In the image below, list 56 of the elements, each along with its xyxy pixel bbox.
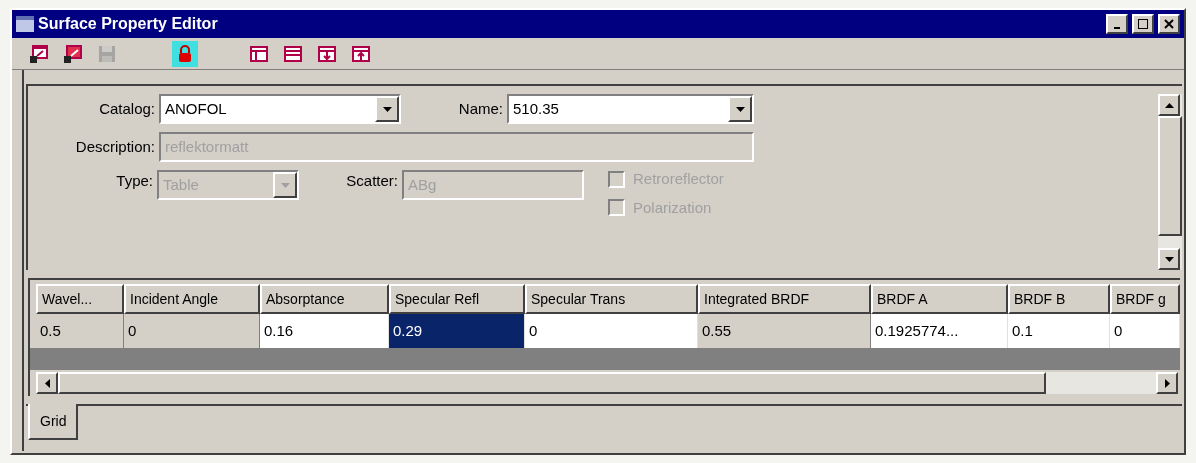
scroll-thumb[interactable] — [58, 372, 1046, 394]
scroll-button[interactable] — [1156, 372, 1178, 394]
maximize-icon — [1138, 19, 1148, 29]
minimize-icon — [1114, 27, 1120, 29]
window-icon — [16, 16, 34, 32]
field-label: Catalog: — [98, 98, 156, 119]
table-cell[interactable]: 0 — [1110, 314, 1180, 348]
maximize-button[interactable] — [1132, 14, 1154, 34]
scroll-up-icon — [1164, 102, 1174, 108]
scroll-left-icon — [44, 378, 50, 388]
horizontal-scrollbar[interactable] — [30, 370, 1180, 396]
column-header[interactable]: Specular Refl — [389, 284, 525, 314]
tab[interactable]: Grid — [28, 404, 79, 440]
field-label: Type: — [115, 171, 154, 191]
minimize-button[interactable] — [1106, 14, 1128, 34]
dropdown-button[interactable] — [375, 96, 399, 122]
table-cell[interactable]: 0.1 — [1008, 314, 1110, 348]
dropdown-value: ANOFOL — [164, 98, 228, 119]
close-button[interactable] — [1158, 14, 1180, 34]
windows-arrow-icon — [63, 43, 83, 64]
window-arrow-icon — [29, 43, 49, 64]
column-header[interactable]: Incident Angle — [124, 284, 260, 314]
caret-icon — [735, 106, 745, 112]
table-cell[interactable]: 0.29 — [389, 314, 525, 348]
field-label: Scatter: — [345, 171, 399, 191]
vertical-scrollbar[interactable] — [1158, 94, 1182, 270]
scroll-button[interactable] — [1158, 94, 1180, 116]
panel-layout-icon — [249, 43, 269, 64]
caret-icon — [382, 106, 392, 112]
column-header[interactable]: Specular Trans — [525, 284, 698, 314]
scroll-down-icon — [1164, 256, 1174, 262]
dropdown[interactable]: 510.35 — [507, 94, 754, 124]
dropdown-button[interactable] — [728, 96, 752, 122]
column-header[interactable]: Integrated BRDF — [698, 284, 871, 314]
table-cell[interactable]: 0.16 — [260, 314, 389, 348]
column-header[interactable]: Wavel... — [36, 284, 124, 314]
scroll-button[interactable] — [36, 372, 58, 394]
scroll-right-icon — [1164, 378, 1170, 388]
table-cell[interactable]: 0.1925774... — [871, 314, 1008, 348]
column-header[interactable]: BRDF A — [871, 284, 1008, 314]
scroll-thumb[interactable] — [1158, 116, 1182, 236]
column-header[interactable]: BRDF B — [1008, 284, 1110, 314]
close-icon — [1164, 19, 1174, 29]
dropdown[interactable]: ANOFOL — [159, 94, 401, 124]
layout-arrow-down-icon — [317, 43, 337, 64]
column-header[interactable]: BRDF g — [1110, 284, 1180, 314]
window-title: Surface Property Editor — [38, 14, 219, 34]
split-layout-icon — [283, 43, 303, 64]
table-cell[interactable]: 0 — [525, 314, 698, 348]
column-header[interactable]: Absorptance — [260, 284, 389, 314]
caret-icon — [280, 182, 290, 188]
field-label: Description: — [74, 136, 156, 157]
dropdown-value: 510.35 — [512, 98, 560, 119]
layout-arrow-up-icon — [351, 43, 371, 64]
field-label: Name: — [457, 98, 504, 119]
scroll-button[interactable] — [1158, 248, 1180, 270]
